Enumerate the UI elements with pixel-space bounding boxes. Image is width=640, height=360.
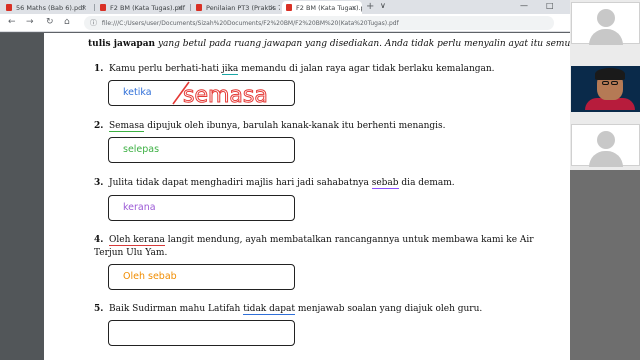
url-field[interactable]: ⓘ file:///C:/Users/user/Documents/Sizah%… — [84, 16, 554, 30]
marked-word: sebab — [371, 178, 399, 189]
answer-text: kerana — [123, 202, 156, 213]
back-icon[interactable]: ← — [8, 17, 16, 27]
avatar-body-icon — [589, 151, 623, 167]
question-4: 4. Oleh kerana langit mendung, ayah memba… — [94, 235, 534, 258]
pdf-viewer[interactable]: tulis jawapan yang betul pada ruang jawa… — [0, 33, 570, 360]
reload-icon[interactable]: ↻ — [46, 17, 54, 27]
answer-box-2[interactable]: selepas — [108, 137, 295, 163]
participant-avatar-tile[interactable] — [571, 2, 640, 45]
url-text: file:///C:/Users/user/Documents/Sizah%20… — [101, 20, 399, 27]
new-tab-button[interactable]: + — [366, 1, 374, 12]
marked-word: Oleh kerana — [109, 235, 165, 246]
tab-search-icon[interactable]: ∨ — [380, 1, 386, 10]
forward-icon[interactable]: → — [26, 17, 34, 27]
instruction-bold: tulis jawapan — [88, 39, 156, 49]
home-icon[interactable]: ⌂ — [64, 17, 70, 27]
marked-word: Semasa — [109, 121, 145, 132]
answer-box-5[interactable] — [108, 320, 295, 346]
close-icon[interactable]: × — [269, 4, 275, 12]
address-toolbar: ← → ↻ ⌂ ⓘ file:///C:/Users/user/Document… — [0, 14, 640, 32]
answer-box-1[interactable]: ketika semasa — [108, 80, 295, 109]
participant-avatar-tile[interactable] — [571, 124, 640, 167]
participant-camera-tile[interactable] — [571, 66, 640, 112]
tab-penilaian[interactable]: Penilaian PT3 (Praktis 7).pdf × — [192, 1, 280, 14]
question-3: 3. Julita tidak dapat menghadiri majlis h… — [94, 178, 455, 189]
tab-bar: 56 Maths (Bab 6).pdf × F2 BM (Kata Tugas… — [0, 0, 640, 14]
question-2: 2. Semasa dipujuk oleh ibunya, barulah ka… — [94, 121, 446, 132]
answer-box-3[interactable]: kerana — [108, 195, 295, 221]
pdf-icon — [286, 4, 292, 11]
close-icon[interactable]: × — [177, 4, 183, 12]
participant-panel — [570, 0, 640, 360]
marked-word: tidak dapat — [243, 304, 295, 315]
answer-text: selepas — [123, 144, 160, 155]
avatar-head-icon — [597, 9, 615, 27]
instruction-text: tulis jawapan yang betul pada ruang jawa… — [88, 39, 570, 49]
tab-label: F2 BM (Kata Tugas).pdf — [110, 3, 186, 12]
minimize-button[interactable]: — — [520, 1, 528, 10]
close-icon[interactable]: × — [351, 4, 357, 12]
panel-background — [570, 170, 640, 360]
tab-bm-kata-tugas[interactable]: F2 BM (Kata Tugas).pdf × — [96, 1, 188, 14]
tab-active-bm[interactable]: F2 BM (Kata Tugas).pdf × — [282, 1, 362, 14]
pdf-icon — [6, 4, 12, 11]
avatar-head-icon — [597, 131, 615, 149]
instruction-italic: yang betul pada ruang jawapan yang dised… — [155, 39, 570, 49]
question-5: 5. Baik Sudirman mahu Latifah tidak dapat… — [94, 304, 483, 315]
handwriting-text: semasa — [183, 83, 268, 108]
marked-word: jika — [221, 64, 239, 75]
answer-text: Oleh sebab — [123, 271, 177, 282]
answer-text: ketika — [123, 87, 152, 98]
pdf-page: tulis jawapan yang betul pada ruang jawa… — [44, 33, 570, 360]
answer-box-4[interactable]: Oleh sebab — [108, 264, 295, 290]
handwriting-annotation: semasa — [172, 81, 268, 109]
tab-label: 56 Maths (Bab 6).pdf — [16, 3, 85, 12]
close-icon[interactable]: × — [81, 4, 87, 12]
pdf-icon — [196, 4, 202, 11]
info-icon: ⓘ — [90, 19, 97, 27]
pdf-icon — [100, 4, 106, 11]
avatar-body-icon — [589, 29, 623, 45]
question-1: 1. Kamu perlu berhati-hati jika memandu d… — [94, 64, 495, 75]
maximize-button[interactable]: □ — [546, 1, 554, 10]
tab-maths[interactable]: 56 Maths (Bab 6).pdf × — [2, 1, 92, 14]
